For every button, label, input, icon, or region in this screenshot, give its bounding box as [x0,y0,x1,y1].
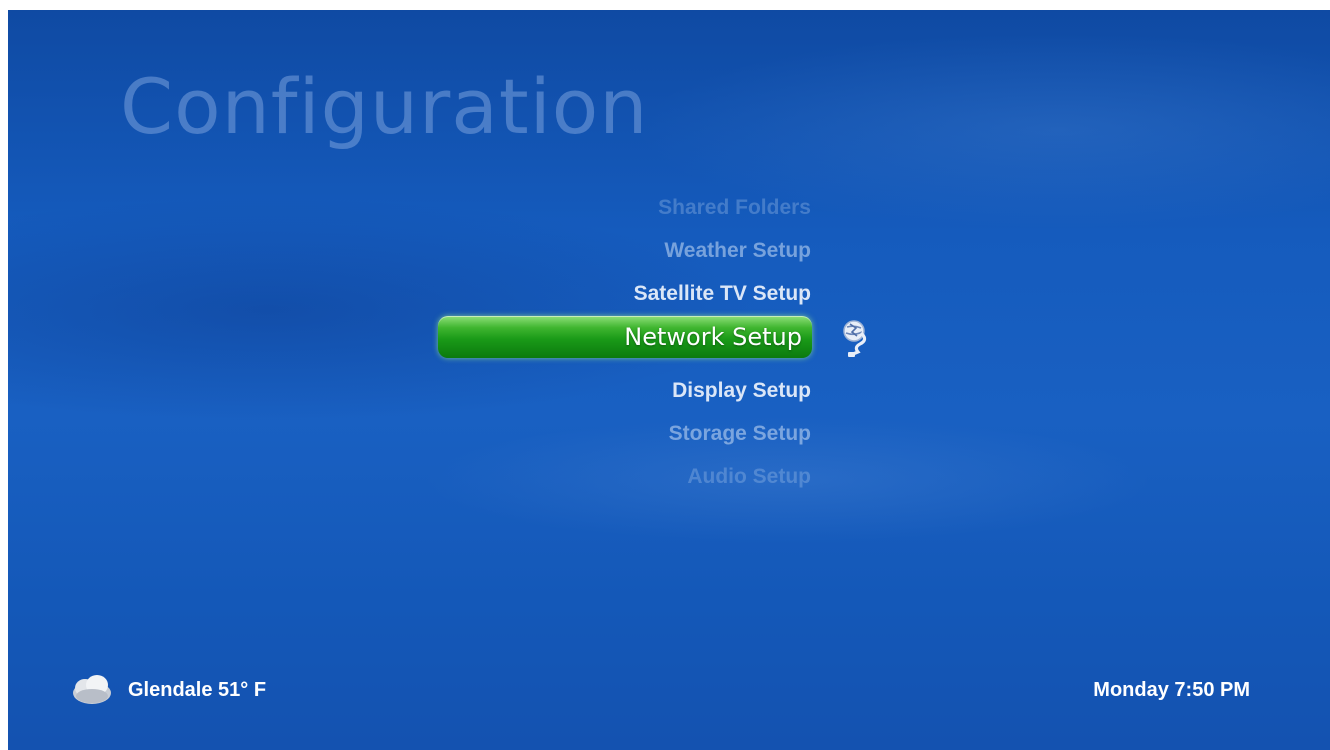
network-globe-icon [836,316,880,360]
page-title: Configuration [120,62,649,151]
date-time: Monday 7:50 PM [1093,679,1250,701]
menu-item-audio-setup[interactable]: Audio Setup [687,457,811,497]
menu-item-storage-setup[interactable]: Storage Setup [669,414,811,454]
menu-item-network-setup[interactable]: Network Setup [438,316,812,358]
menu-item-satellite-tv-setup[interactable]: Satellite TV Setup [634,274,811,314]
menu-item-weather-setup[interactable]: Weather Setup [664,231,811,271]
weather-status[interactable]: Glendale 51° F [70,670,266,710]
weather-text: Glendale 51° F [128,678,267,701]
cloudy-weather-icon [70,673,114,707]
selected-menu-label: Network Setup [624,323,802,351]
menu-item-display-setup[interactable]: Display Setup [672,371,811,411]
media-center-screen: Configuration Shared Folders Weather Set… [8,10,1330,750]
menu-item-shared-folders[interactable]: Shared Folders [658,188,811,228]
